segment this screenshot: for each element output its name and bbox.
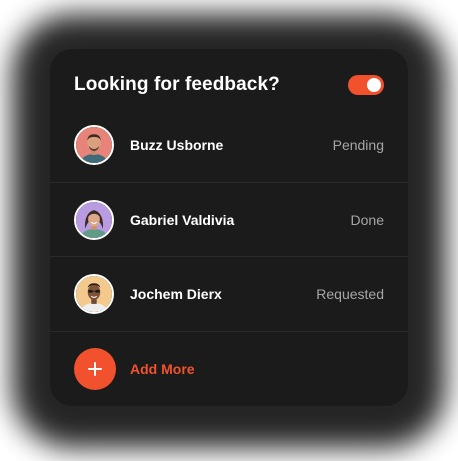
card-title: Looking for feedback? — [74, 74, 280, 95]
request-status: Pending — [332, 137, 384, 153]
avatar-buzz-icon — [76, 127, 112, 163]
toggle-knob — [367, 78, 381, 92]
avatar — [74, 125, 114, 165]
avatar-jochem-icon — [76, 275, 112, 312]
card-header: Looking for feedback? — [74, 71, 384, 99]
avatar — [74, 273, 114, 314]
request-row[interactable]: Jochem Dierx Requested — [50, 256, 408, 330]
avatar-gabriel-icon — [76, 201, 112, 238]
stage: Looking for feedback? Buzz Usborne Pendi… — [0, 0, 458, 461]
avatar — [74, 199, 114, 240]
add-more-label: Add More — [130, 361, 195, 377]
requester-name: Gabriel Valdivia — [130, 211, 235, 228]
request-row[interactable]: Buzz Usborne Pending — [50, 108, 408, 182]
requester-name: Buzz Usborne — [130, 137, 224, 153]
plus-icon[interactable] — [74, 348, 116, 390]
feedback-card: Looking for feedback? Buzz Usborne Pendi… — [50, 49, 408, 406]
feedback-toggle[interactable] — [348, 75, 384, 95]
request-status: Requested — [316, 285, 384, 302]
request-status: Done — [350, 211, 384, 228]
add-more-button[interactable]: Add More — [50, 331, 408, 406]
request-row[interactable]: Gabriel Valdivia Done — [50, 182, 408, 256]
requester-name: Jochem Dierx — [130, 285, 222, 302]
